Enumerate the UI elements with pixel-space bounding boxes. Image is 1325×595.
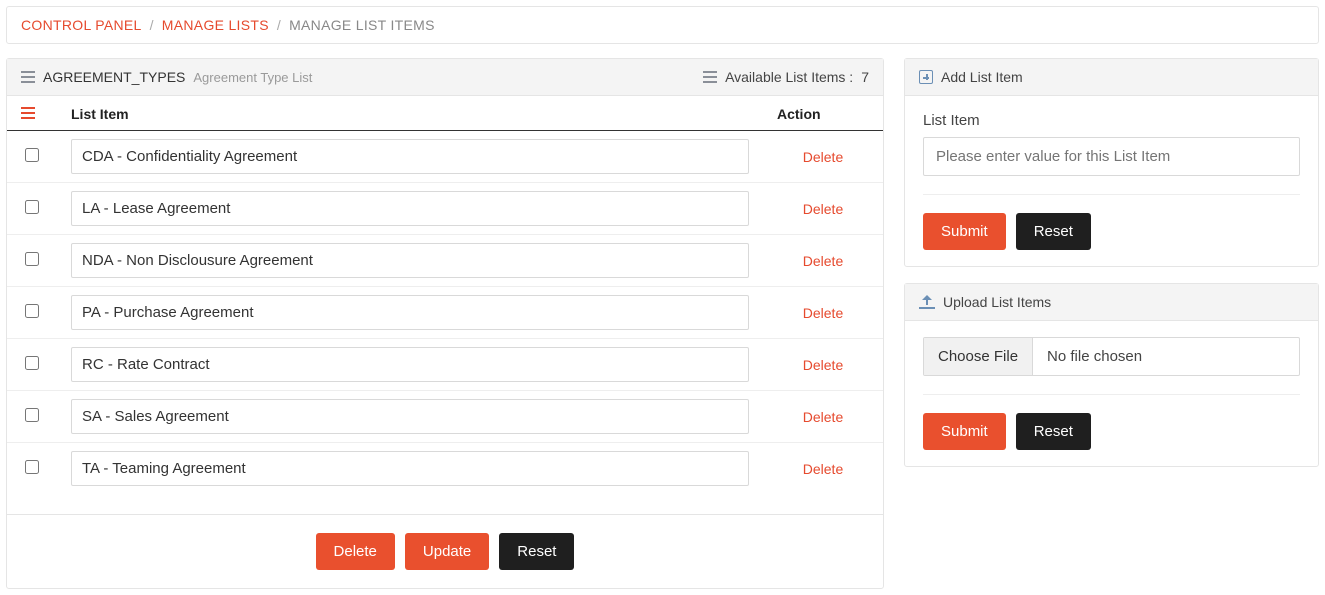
table-row: Delete [7,183,883,235]
col-action-header: Action [763,96,883,131]
add-submit-button[interactable]: Submit [923,213,1006,250]
row-delete-link[interactable]: Delete [803,357,843,373]
table-row: Delete [7,235,883,287]
row-checkbox[interactable] [25,252,39,266]
row-delete-link[interactable]: Delete [803,461,843,477]
table-row: Delete [7,131,883,183]
add-reset-button[interactable]: Reset [1016,213,1091,250]
table-row: Delete [7,287,883,339]
upload-reset-button[interactable]: Reset [1016,413,1091,450]
list-item-input[interactable] [71,243,749,278]
col-item-header: List Item [57,96,763,131]
list-panel-header: AGREEMENT_TYPES Agreement Type List Avai… [7,59,883,96]
row-delete-link[interactable]: Delete [803,305,843,321]
list-footer-actions: Delete Update Reset [7,514,883,588]
upload-panel-header: Upload List Items [905,284,1318,321]
list-item-input[interactable] [71,399,749,434]
add-field-label: List Item [923,112,1300,129]
breadcrumb-separator: / [277,17,281,33]
row-delete-link[interactable]: Delete [803,201,843,217]
add-panel-header: Add List Item [905,59,1318,96]
list-item-input[interactable] [71,295,749,330]
row-checkbox[interactable] [25,356,39,370]
list-name: AGREEMENT_TYPES [43,69,185,85]
add-list-item-input[interactable] [923,137,1300,176]
menu-icon[interactable] [21,107,35,119]
add-panel-title: Add List Item [941,69,1023,85]
list-item-input[interactable] [71,191,749,226]
breadcrumb-link[interactable]: MANAGE LISTS [162,17,269,33]
count-icon [703,71,717,83]
breadcrumb-separator: / [150,17,154,33]
upload-list-items-panel: Upload List Items Choose File No file ch… [904,283,1319,467]
delete-button[interactable]: Delete [316,533,395,570]
row-checkbox[interactable] [25,148,39,162]
breadcrumb: CONTROL PANEL / MANAGE LISTS / MANAGE LIST I… [21,17,1304,33]
file-chosen-label: No file chosen [1033,338,1299,375]
list-icon [21,71,35,83]
row-checkbox[interactable] [25,304,39,318]
list-item-input[interactable] [71,347,749,382]
upload-icon [919,295,935,309]
list-item-input[interactable] [71,451,749,486]
file-chooser[interactable]: Choose File No file chosen [923,337,1300,376]
plus-icon [919,70,933,84]
breadcrumb-current: MANAGE LIST ITEMS [289,17,435,33]
row-delete-link[interactable]: Delete [803,409,843,425]
row-checkbox[interactable] [25,460,39,474]
list-item-input[interactable] [71,139,749,174]
col-check-header [7,96,57,131]
row-delete-link[interactable]: Delete [803,149,843,165]
row-checkbox[interactable] [25,408,39,422]
available-count: 7 [861,69,869,85]
list-items-panel: AGREEMENT_TYPES Agreement Type List Avai… [6,58,884,589]
list-description: Agreement Type List [193,70,312,85]
table-row: Delete [7,339,883,391]
row-checkbox[interactable] [25,200,39,214]
list-items-table: List Item Action Delete Delete Delete Delet… [7,96,883,494]
reset-button[interactable]: Reset [499,533,574,570]
add-list-item-panel: Add List Item List Item Submit Reset [904,58,1319,267]
upload-submit-button[interactable]: Submit [923,413,1006,450]
choose-file-button[interactable]: Choose File [924,338,1033,375]
breadcrumb-link[interactable]: CONTROL PANEL [21,17,142,33]
available-label: Available List Items : [725,69,853,85]
update-button[interactable]: Update [405,533,489,570]
table-row: Delete [7,443,883,495]
table-row: Delete [7,391,883,443]
upload-panel-title: Upload List Items [943,294,1051,310]
row-delete-link[interactable]: Delete [803,253,843,269]
breadcrumb-container: CONTROL PANEL / MANAGE LISTS / MANAGE LIST I… [6,6,1319,44]
